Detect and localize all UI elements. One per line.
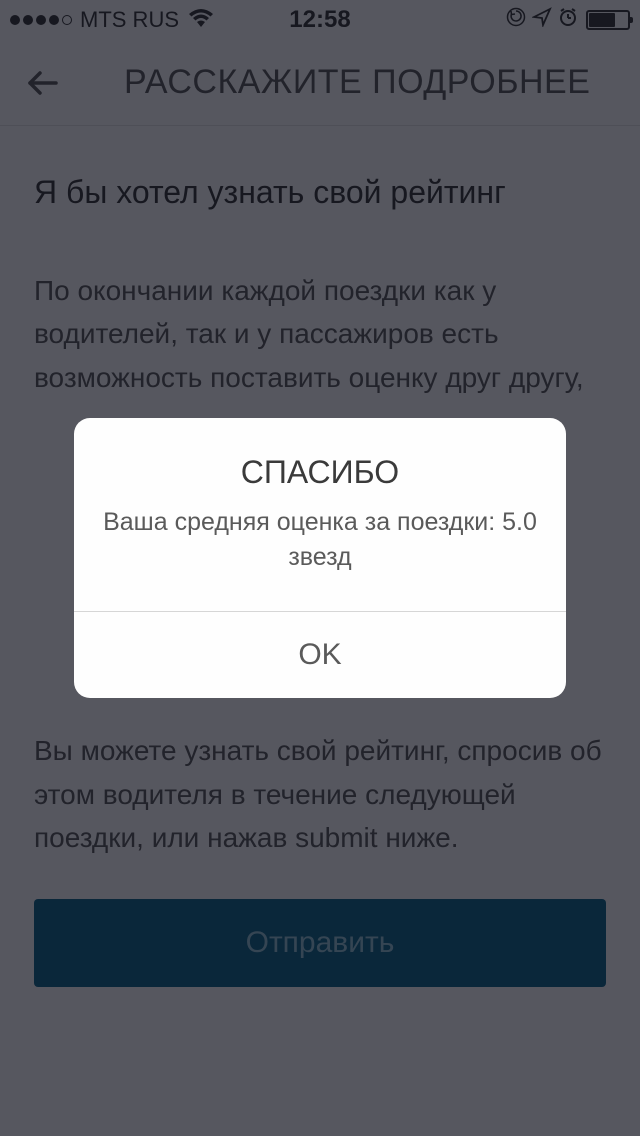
ok-button[interactable]: OK: [74, 612, 566, 698]
modal: СПАСИБО Ваша средняя оценка за поездки: …: [74, 418, 566, 698]
modal-message: Ваша средняя оценка за поездки: 5.0 звез…: [74, 505, 566, 611]
modal-title: СПАСИБО: [74, 418, 566, 505]
